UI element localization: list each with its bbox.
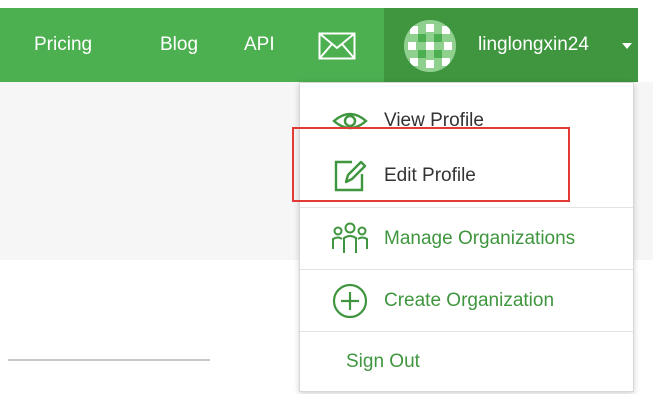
menu-item-manage-organizations[interactable]: Manage Organizations [300, 207, 633, 269]
nav-link-blog[interactable]: Blog [160, 8, 198, 82]
user-dropdown-menu: View Profile Edit Profile Manage Organiz… [299, 82, 634, 392]
menu-item-sign-out[interactable]: Sign Out [300, 331, 633, 391]
nav-link-api[interactable]: API [244, 8, 275, 82]
user-menu-toggle[interactable]: linglongxin24 [384, 8, 638, 82]
eye-icon [332, 112, 368, 130]
menu-item-label: Edit Profile [384, 165, 476, 186]
menu-item-label: Sign Out [346, 350, 420, 372]
menu-item-create-organization[interactable]: Create Organization [300, 269, 633, 331]
page: Pricing Blog API linglongxin24 View Prof… [0, 0, 653, 394]
menu-item-edit-profile[interactable]: Edit Profile [300, 145, 633, 207]
menu-item-label: Manage Organizations [384, 227, 576, 249]
avatar [404, 20, 456, 72]
nav-link-pricing[interactable]: Pricing [34, 8, 92, 82]
caret-down-icon [622, 43, 632, 49]
username: linglongxin24 [478, 34, 589, 55]
envelope-icon[interactable] [318, 32, 356, 60]
menu-item-label: Create Organization [384, 289, 555, 311]
plus-circle-icon [332, 283, 368, 318]
top-navbar: Pricing Blog API linglongxin24 [0, 8, 638, 82]
divider-line [8, 359, 210, 361]
edit-icon [334, 160, 367, 192]
people-group-icon [332, 222, 368, 253]
menu-item-label: View Profile [384, 110, 484, 131]
